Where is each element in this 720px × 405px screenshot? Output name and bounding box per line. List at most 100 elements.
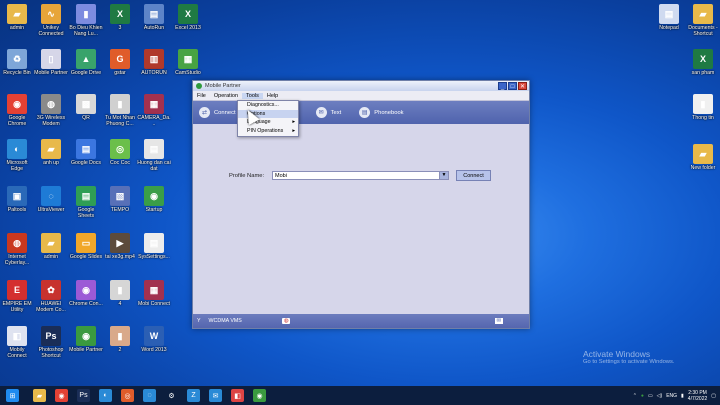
desktop-icon[interactable]: ▦ CAMERA_Da... [137,94,171,127]
desktop-icon[interactable]: ▤ Google Docs [69,139,103,166]
file-explorer-icon[interactable]: ▰ [33,389,46,402]
desktop-icon[interactable]: ▰ admin [0,4,34,31]
desktop-icon[interactable]: ♻ Recycle Bin [0,49,34,76]
clock[interactable]: 2:30 PM 4/7/2022 [688,390,707,402]
toolbar-text[interactable]: ✉ Text [315,107,341,118]
desktop-icon[interactable]: ▶ tai xe3g.mp4 [103,233,137,260]
message-icon[interactable]: ✉ [494,318,503,324]
tray-app-icon[interactable]: ● [641,393,644,399]
document-icon: ▮ [76,4,96,24]
camstudio-icon[interactable]: ◧ [231,389,244,402]
desktop-icon[interactable]: ▤ Notepad [652,4,686,31]
desktop-icon[interactable]: ◎ Coc Coc [103,139,137,166]
coccoc-icon[interactable]: ◎ [121,389,134,402]
desktop-icon[interactable]: ▰ Documents - Shortcut [686,4,720,37]
chrome-icon: ◉ [76,280,96,300]
desktop-icon[interactable]: Ps Photoshop Shortcut [34,326,68,359]
desktop-icon[interactable]: ▮ 2 [103,326,137,353]
desktop-icon[interactable]: ▮ Bo Dieu Khien Nang Lu... [69,4,103,37]
system-tray: ⌃ ● ▭ ◁) ENG ▮ 2:30 PM 4/7/2022 ▢ [633,386,716,405]
toolbar-phonebook[interactable]: ▤ Phonebook [359,107,404,118]
menu-item-pin-operations[interactable]: PIN Operations ▸ [238,127,298,136]
menu-item-diagnostics[interactable]: Diagnostics... [238,101,298,110]
desktop-icon[interactable]: ◧ Mobily Connect [0,326,34,359]
desktop-icon[interactable]: ▮ 4 [103,280,137,307]
mail-icon[interactable]: ✉ [209,389,222,402]
desktop-icon[interactable]: ▤ Huong dan cai dat [137,139,171,172]
zalo-icon[interactable]: Z [187,389,200,402]
desktop-icon[interactable]: ∿ Unikey Connected [34,4,68,37]
desktop-icon[interactable]: ▰ New folder [686,144,720,171]
desktop-icon[interactable]: W Word 2013 [137,326,171,353]
desktop-icon[interactable]: ◍ Internet Cyberlay... [0,233,34,266]
google-drive-icon: ▲ [76,49,96,69]
menu-tools[interactable]: Tools [242,92,263,99]
desktop-icon[interactable]: ▰ anh up [34,139,68,166]
phonebook-icon: ▤ [359,107,371,118]
desktop-icon[interactable]: Xsan pham [686,49,720,76]
desktop-icon[interactable]: ▤ Google Sheets [69,186,103,219]
startup-icon: ◉ [144,186,164,206]
desktop-icon[interactable]: ▮ Tu Mot Nhan Phuong C... [103,94,137,127]
desktop-icon[interactable]: ▮ Thong tin [686,94,720,121]
google-docs-icon: ▤ [76,139,96,159]
desktop-icon[interactable]: ◍ 3G Wireless Modem [34,94,68,127]
chevron-down-icon[interactable]: ▼ [439,172,448,179]
desktop-icon-label: HUAWEI Modem Co... [36,301,66,313]
desktop-icon[interactable]: ◉ Google Chrome [0,94,34,127]
desktop-icon[interactable]: ▦ CamStudio [171,49,205,76]
menu-operation[interactable]: Operation [210,93,242,99]
text-message-icon: ✉ [315,107,327,118]
connect-button[interactable]: Connect [456,170,491,181]
desktop-icon[interactable]: E EMPIRE EM Utility [0,280,34,313]
tray-mobile-icon[interactable]: ▮ [681,393,684,399]
desktop-icon[interactable]: ◉ Mobile Partner [69,326,103,353]
desktop-icon[interactable]: ▤ AutoRun [137,4,171,31]
desktop-icon[interactable]: ◉ Startup [137,186,171,213]
toolbar-connect[interactable]: ⇄ Connect [199,107,236,118]
qr-icon: ▩ [76,94,96,114]
notification-icon[interactable]: ▢ [711,393,716,399]
desktop-icon-label: Google Chrome [7,115,27,127]
desktop-icon[interactable]: Ggstar [103,49,137,76]
desktop-icon[interactable]: ◐ Microsoft Edge [0,139,34,172]
desktop-icon[interactable]: X3 [103,4,137,31]
desktop-icon[interactable]: ▲ Google Drive [69,49,103,76]
minimize-button[interactable]: _ [498,82,507,90]
gstar-icon: G [110,49,130,69]
desktop-icon[interactable]: ▰ admin [34,233,68,260]
network-icon[interactable]: ▭ [648,393,653,399]
tray-chevron-icon[interactable]: ⌃ [633,393,637,399]
desktop-icon[interactable]: ▣ Paltools [0,186,34,213]
desktop-icon[interactable]: ✿ HUAWEI Modem Co... [34,280,68,313]
menu-file[interactable]: File [193,93,210,99]
profile-name-select[interactable]: Mobi ▼ [272,171,449,180]
settings-icon[interactable]: ⚙ [165,389,178,402]
close-button[interactable]: ✕ [518,82,527,90]
desktop-icon[interactable]: ▩ QR [69,94,103,121]
desktop-icon-label: CamStudio [175,70,201,76]
desktop-icon[interactable]: ▧ TEMPO [103,186,137,213]
desktop-icon[interactable]: ◌ UltraViewer [34,186,68,213]
clock-date: 4/7/2022 [687,395,708,402]
maximize-button[interactable]: □ [508,82,517,90]
desktop-icon[interactable]: ▭ Google Slides [69,233,103,260]
desktop-icon[interactable]: ▦ Mobi Connect [137,280,171,307]
photoshop-icon[interactable]: Ps [77,389,90,402]
desktop-icon[interactable]: ▤ SysSettings... [137,233,171,260]
chrome-icon[interactable]: ◉ [55,389,68,402]
desktop-icon[interactable]: X Excel 2013 [171,4,205,31]
language-indicator[interactable]: ENG [666,393,677,399]
profile-name-label: Profile Name: [229,173,265,179]
desktop-icon[interactable]: ▯ Mobile Partner [34,49,68,76]
messenger-icon[interactable]: ◌ [143,389,156,402]
chrome-icon: ◉ [7,94,27,114]
windows-start-icon[interactable]: ⊞ [6,389,19,402]
window-titlebar[interactable]: Mobile Partner _ □ ✕ [193,81,529,91]
volume-icon[interactable]: ◁) [657,393,663,399]
mobile-partner-icon[interactable]: ◉ [253,389,266,402]
desktop-icon[interactable]: ◉ Chrome Con... [69,280,103,307]
desktop-icon[interactable]: ▥ AUTORUN [137,49,171,76]
menu-help[interactable]: Help [263,93,282,99]
edge-icon[interactable]: ◐ [99,389,112,402]
